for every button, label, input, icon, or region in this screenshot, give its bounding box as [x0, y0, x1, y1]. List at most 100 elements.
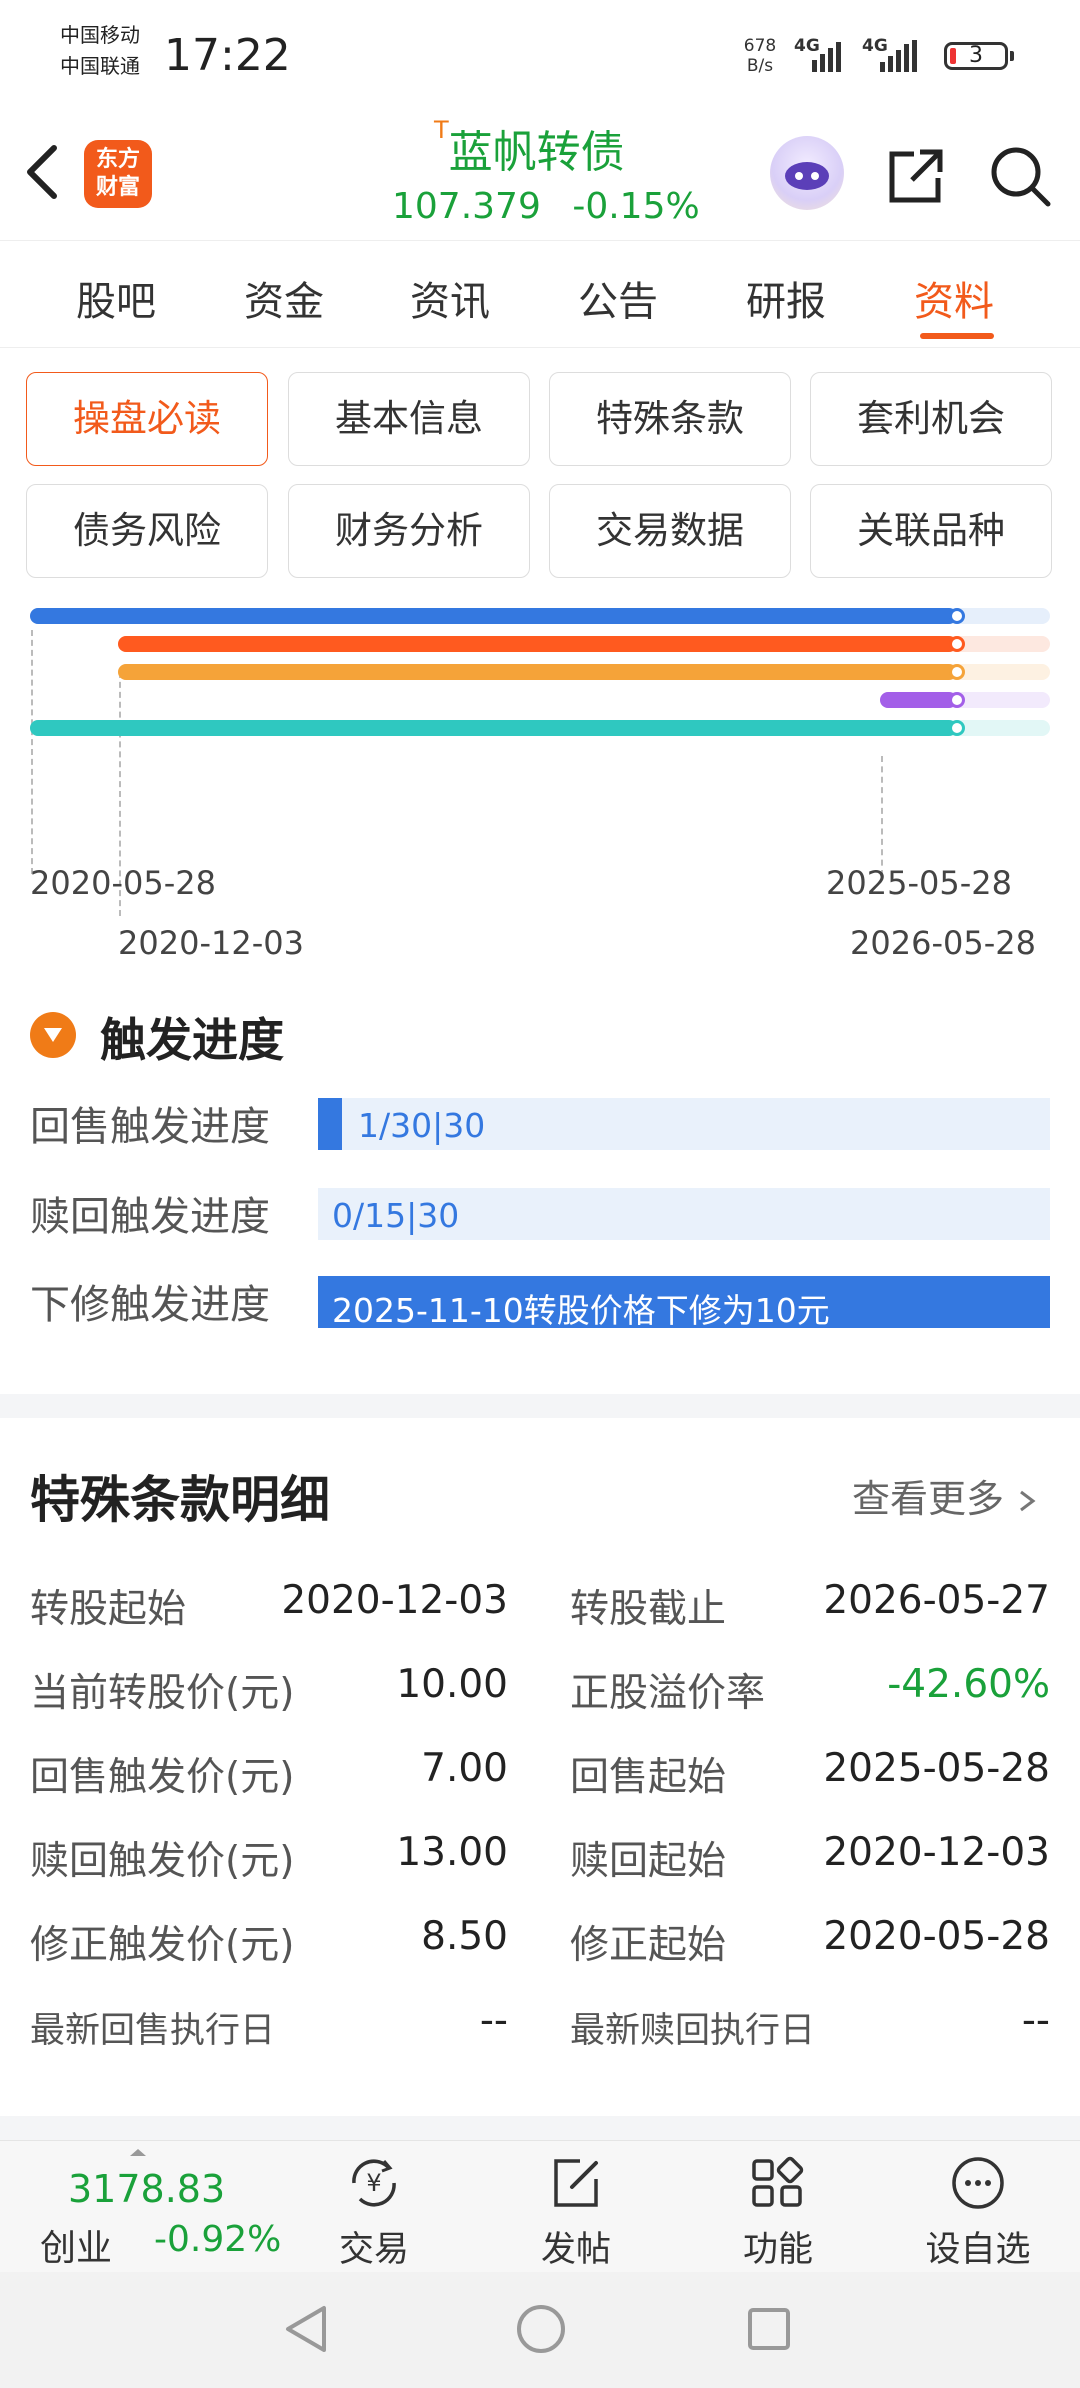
date-label-maturity: 2026-05-28: [850, 924, 1036, 962]
redemption-trigger-price-value: 13.00: [396, 1830, 508, 1875]
latest-redemption-date-label: 最新赎回执行日: [570, 2011, 816, 2051]
tab-funds[interactable]: 资金: [244, 269, 324, 327]
tab-profile[interactable]: 资料: [914, 269, 994, 327]
security-name: 蓝帆转债: [448, 127, 625, 178]
putback-trigger-price-label: 回售触发价(元): [30, 1755, 295, 1800]
view-more-link[interactable]: 查看更多: [852, 1468, 1039, 1523]
premium-rate-value: -42.60%: [887, 1662, 1050, 1707]
date-label-conversion-start: 2020-12-03: [118, 924, 304, 962]
special-terms-detail: 特殊条款明细 查看更多 转股起始 2020-12-03 转股截止 2026-05…: [0, 1418, 1080, 2118]
conversion-end-value: 2026-05-27: [823, 1578, 1050, 1623]
latest-putback-date-value: --: [479, 1998, 508, 2043]
carrier-1: 中国移动: [60, 23, 140, 47]
trigger-progress-section: 触发进度 回售触发进度 1/30|30 赎回触发进度 0/15|30 下修触发进…: [0, 990, 1080, 1350]
putback-trigger-label: 回售触发进度: [30, 1104, 270, 1150]
revision-trigger-label: 下修触发进度: [30, 1282, 270, 1328]
latest-redemption-date-value: --: [1021, 1998, 1050, 2043]
tab-announcements[interactable]: 公告: [578, 269, 658, 327]
revision-trigger-text: 2025-11-10转股价格下修为10元: [332, 1291, 830, 1330]
apps-icon[interactable]: [748, 2153, 808, 2213]
index-ticker[interactable]: 3178.83 创业 -0.92%: [0, 2141, 282, 2273]
status-bar: 中国移动 中国联通 17:22 678 B/s 4G 4G 3: [0, 0, 1080, 110]
nav-post[interactable]: 发帖: [506, 2221, 646, 2272]
more-icon[interactable]: [948, 2153, 1008, 2213]
compose-icon[interactable]: [546, 2153, 606, 2213]
putback-trigger-bar: 1/30|30: [318, 1098, 1050, 1150]
price-change: -0.15%: [572, 186, 700, 227]
timeline-bar-fill: [30, 720, 958, 736]
timeline-bar-fill: [880, 692, 958, 708]
share-icon[interactable]: [884, 144, 948, 208]
timeline-bar-fill: [30, 608, 958, 624]
nav-functions[interactable]: 功能: [708, 2221, 848, 2272]
recents-square-icon[interactable]: [744, 2302, 794, 2356]
btn-arbitrage[interactable]: 套利机会: [810, 372, 1052, 466]
header: 东方 财富 T蓝帆转债 107.379 -0.15%: [0, 110, 1080, 240]
trigger-title: 触发进度: [100, 1013, 284, 1067]
revision-trigger-price-value: 8.50: [421, 1914, 508, 1959]
btn-financial-analysis[interactable]: 财务分析: [288, 484, 530, 578]
btn-debt-risk[interactable]: 债务风险: [26, 484, 268, 578]
redemption-trigger-bar: 0/15|30: [318, 1188, 1050, 1240]
security-title: T蓝帆转债: [434, 116, 625, 180]
conversion-start-value: 2020-12-03: [281, 1578, 508, 1623]
battery-icon: 3: [944, 42, 1014, 70]
clock: 17:22: [164, 30, 291, 81]
conversion-price-label: 当前转股价(元): [30, 1671, 295, 1716]
putback-trigger-price-value: 7.00: [421, 1746, 508, 1791]
section-divider: [0, 2116, 1080, 2140]
back-triangle-icon[interactable]: [282, 2302, 332, 2356]
caret-up-icon: [130, 2149, 146, 2156]
svg-text:¥: ¥: [366, 2169, 381, 2197]
carrier-2: 中国联通: [60, 54, 140, 78]
btn-trading-essentials[interactable]: 操盘必读: [26, 372, 268, 466]
tab-research[interactable]: 研报: [746, 269, 826, 327]
revision-start-label: 修正起始: [570, 1923, 727, 1968]
timeline-guide: [31, 630, 33, 874]
search-icon[interactable]: [986, 142, 1056, 212]
filter-icon: [30, 1012, 76, 1058]
active-tab-indicator: [920, 333, 994, 339]
signal-icon: [812, 42, 841, 72]
trade-yen-icon[interactable]: ¥: [344, 2153, 404, 2213]
btn-basic-info[interactable]: 基本信息: [288, 372, 530, 466]
price: 107.379: [392, 186, 541, 227]
battery-level: 3: [969, 43, 983, 68]
conversion-start-label: 转股起始: [30, 1587, 187, 1632]
revision-trigger-price-label: 修正触发价(元): [30, 1923, 295, 1968]
conversion-price-value: 10.00: [396, 1662, 508, 1707]
date-label-putback-start: 2025-05-28: [826, 864, 1012, 902]
bottom-nav: 3178.83 创业 -0.92% ¥ 交易 发帖 功能 设自选: [0, 2140, 1080, 2273]
btn-trading-data[interactable]: 交易数据: [549, 484, 791, 578]
terms-timeline: 2020-05-28 2020-12-03 2025-05-28 2026-05…: [0, 600, 1080, 980]
nav-trade[interactable]: 交易: [304, 2221, 444, 2272]
home-circle-icon[interactable]: [514, 2302, 568, 2356]
revision-trigger-bar: 2025-11-10转股价格下修为10元: [318, 1276, 1050, 1330]
conversion-end-label: 转股截止: [570, 1587, 727, 1632]
back-arrow-icon[interactable]: [22, 142, 62, 202]
premium-rate-label: 正股溢价率: [570, 1671, 766, 1716]
tab-news[interactable]: 资讯: [410, 269, 490, 327]
putback-start-label: 回售起始: [570, 1755, 727, 1800]
index-value: 3178.83: [68, 2167, 226, 2211]
app-logo[interactable]: 东方 财富: [84, 140, 152, 208]
t-badge: T: [434, 116, 449, 144]
timeline-guide: [881, 756, 883, 876]
btn-related[interactable]: 关联品种: [810, 484, 1052, 578]
index-change: -0.92%: [154, 2219, 282, 2260]
logo-text-2: 财富: [95, 175, 140, 200]
assistant-robot-icon[interactable]: [770, 136, 844, 210]
putback-trigger-fill: [318, 1098, 343, 1150]
chevron-right-icon: [1020, 1490, 1036, 1512]
net-speed-value: 678: [743, 36, 777, 56]
nav-add-watchlist[interactable]: 设自选: [908, 2221, 1048, 2272]
btn-special-terms[interactable]: 特殊条款: [549, 372, 791, 466]
date-label-start: 2020-05-28: [30, 864, 216, 902]
tab-guba[interactable]: 股吧: [76, 269, 156, 327]
detail-title: 特殊条款明细: [30, 1471, 330, 1529]
section-divider: [0, 1394, 1080, 1418]
putback-start-value: 2025-05-28: [823, 1746, 1050, 1791]
timeline-bar-fill: [117, 664, 958, 680]
view-more-label: 查看更多: [852, 1477, 1005, 1521]
logo-text-1: 东方: [95, 147, 140, 172]
